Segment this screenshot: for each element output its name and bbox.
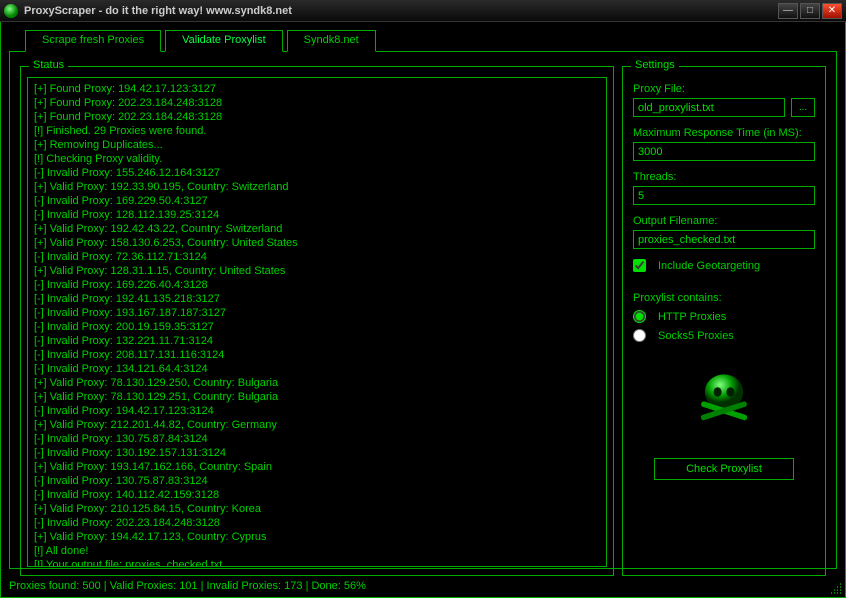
radio-http[interactable] bbox=[633, 310, 646, 323]
log-line: [-] Invalid Proxy: 128.112.139.25:3124 bbox=[34, 208, 600, 222]
geotarget-checkbox[interactable] bbox=[633, 259, 646, 272]
max-response-label: Maximum Response Time (in MS): bbox=[633, 127, 815, 139]
tab-strip: Scrape fresh Proxies Validate Proxylist … bbox=[25, 30, 380, 52]
titlebar: ProxyScraper - do it the right way! www.… bbox=[0, 0, 846, 22]
log-line: [!] All done! bbox=[34, 544, 600, 558]
log-line: [+] Found Proxy: 194.42.17.123:3127 bbox=[34, 82, 600, 96]
status-legend: Status bbox=[29, 59, 68, 71]
window-title: ProxyScraper - do it the right way! www.… bbox=[24, 5, 776, 17]
log-line: [+] Valid Proxy: 78.130.129.251, Country… bbox=[34, 390, 600, 404]
threads-label: Threads: bbox=[633, 171, 815, 183]
log-line: [-] Invalid Proxy: 169.229.50.4:3127 bbox=[34, 194, 600, 208]
log-line: [+] Found Proxy: 202.23.184.248:3128 bbox=[34, 96, 600, 110]
app-icon bbox=[4, 4, 18, 18]
maximize-button[interactable]: □ bbox=[800, 3, 820, 19]
log-line: [+] Removing Duplicates... bbox=[34, 138, 600, 152]
log-line: [-] Invalid Proxy: 132.221.11.71:3124 bbox=[34, 334, 600, 348]
log-line: [+] Valid Proxy: 193.147.162.166, Countr… bbox=[34, 460, 600, 474]
log-line: [-] Invalid Proxy: 194.42.17.123:3124 bbox=[34, 404, 600, 418]
output-input[interactable] bbox=[633, 230, 815, 249]
log-line: [+] Valid Proxy: 158.130.6.253, Country:… bbox=[34, 236, 600, 250]
statusbar-text: Proxies found: 500 | Valid Proxies: 101 … bbox=[9, 580, 366, 592]
log-line: [+] Valid Proxy: 194.42.17.123, Country:… bbox=[34, 530, 600, 544]
log-line: [-] Invalid Proxy: 155.246.12.164:3127 bbox=[34, 166, 600, 180]
log-line: [+] Valid Proxy: 192.33.90.195, Country:… bbox=[34, 180, 600, 194]
client-area: Scrape fresh Proxies Validate Proxylist … bbox=[0, 22, 846, 598]
max-response-input[interactable] bbox=[633, 142, 815, 161]
statusbar: Proxies found: 500 | Valid Proxies: 101 … bbox=[9, 576, 837, 596]
proxy-file-input[interactable] bbox=[633, 98, 785, 117]
log-line: [-] Invalid Proxy: 140.112.42.159:3128 bbox=[34, 488, 600, 502]
tab-syndk8[interactable]: Syndk8.net bbox=[287, 30, 376, 52]
log-line: [-] Invalid Proxy: 130.75.87.84:3124 bbox=[34, 432, 600, 446]
log-line: [-] Invalid Proxy: 192.41.135.218:3127 bbox=[34, 292, 600, 306]
log-line: [-] Invalid Proxy: 134.121.64.4:3124 bbox=[34, 362, 600, 376]
log-line: [+] Valid Proxy: 192.42.43.22, Country: … bbox=[34, 222, 600, 236]
log-line: [-] Invalid Proxy: 202.23.184.248:3128 bbox=[34, 516, 600, 530]
status-group: Status [+] Found Proxy: 194.42.17.123:31… bbox=[20, 66, 614, 576]
log-line: [!] Checking Proxy validity. bbox=[34, 152, 600, 166]
log-line: [+] Valid Proxy: 128.31.1.15, Country: U… bbox=[34, 264, 600, 278]
log-line: [-] Invalid Proxy: 200.19.159.35:3127 bbox=[34, 320, 600, 334]
settings-body: Proxy File: ... Maximum Response Time (i… bbox=[633, 79, 815, 567]
log-line: [+] Valid Proxy: 212.201.44.82, Country:… bbox=[34, 418, 600, 432]
proxy-file-label: Proxy File: bbox=[633, 83, 815, 95]
settings-legend: Settings bbox=[631, 59, 679, 71]
browse-button[interactable]: ... bbox=[791, 98, 815, 117]
geotarget-label: Include Geotargeting bbox=[658, 260, 760, 272]
radio-http-label: HTTP Proxies bbox=[658, 311, 726, 323]
log-line: [!] Finished. 29 Proxies were found. bbox=[34, 124, 600, 138]
tab-panel: Status [+] Found Proxy: 194.42.17.123:31… bbox=[9, 51, 837, 569]
log-line: [-] Invalid Proxy: 72.36.112.71:3124 bbox=[34, 250, 600, 264]
log-line: [-] Invalid Proxy: 208.117.131.116:3124 bbox=[34, 348, 600, 362]
output-label: Output Filename: bbox=[633, 215, 815, 227]
log-line: [+] Valid Proxy: 210.125.84.15, Country:… bbox=[34, 502, 600, 516]
skull-icon bbox=[684, 360, 764, 440]
log-line: [+] Found Proxy: 202.23.184.248:3128 bbox=[34, 110, 600, 124]
check-proxylist-button[interactable]: Check Proxylist bbox=[654, 458, 794, 480]
proxylist-contains-label: Proxylist contains: bbox=[633, 292, 815, 304]
resize-grip-icon[interactable] bbox=[829, 581, 843, 595]
log-line: [-] Invalid Proxy: 193.167.187.187:3127 bbox=[34, 306, 600, 320]
log-line: [-] Invalid Proxy: 169.226.40.4:3128 bbox=[34, 278, 600, 292]
log-line: [-] Invalid Proxy: 130.75.87.83:3124 bbox=[34, 474, 600, 488]
radio-socks5-label: Socks5 Proxies bbox=[658, 330, 734, 342]
close-button[interactable]: ✕ bbox=[822, 3, 842, 19]
tab-scrape[interactable]: Scrape fresh Proxies bbox=[25, 30, 161, 52]
minimize-button[interactable]: — bbox=[778, 3, 798, 19]
log-line: [+] Valid Proxy: 78.130.129.250, Country… bbox=[34, 376, 600, 390]
settings-group: Settings Proxy File: ... Maximum Respons… bbox=[622, 66, 826, 576]
tab-validate[interactable]: Validate Proxylist bbox=[165, 30, 283, 52]
threads-input[interactable] bbox=[633, 186, 815, 205]
log-line: [!] Your output file: proxies_checked.tx… bbox=[34, 558, 600, 567]
radio-socks5[interactable] bbox=[633, 329, 646, 342]
status-log[interactable]: [+] Found Proxy: 194.42.17.123:3127[+] F… bbox=[27, 77, 607, 567]
log-line: [-] Invalid Proxy: 130.192.157.131:3124 bbox=[34, 446, 600, 460]
